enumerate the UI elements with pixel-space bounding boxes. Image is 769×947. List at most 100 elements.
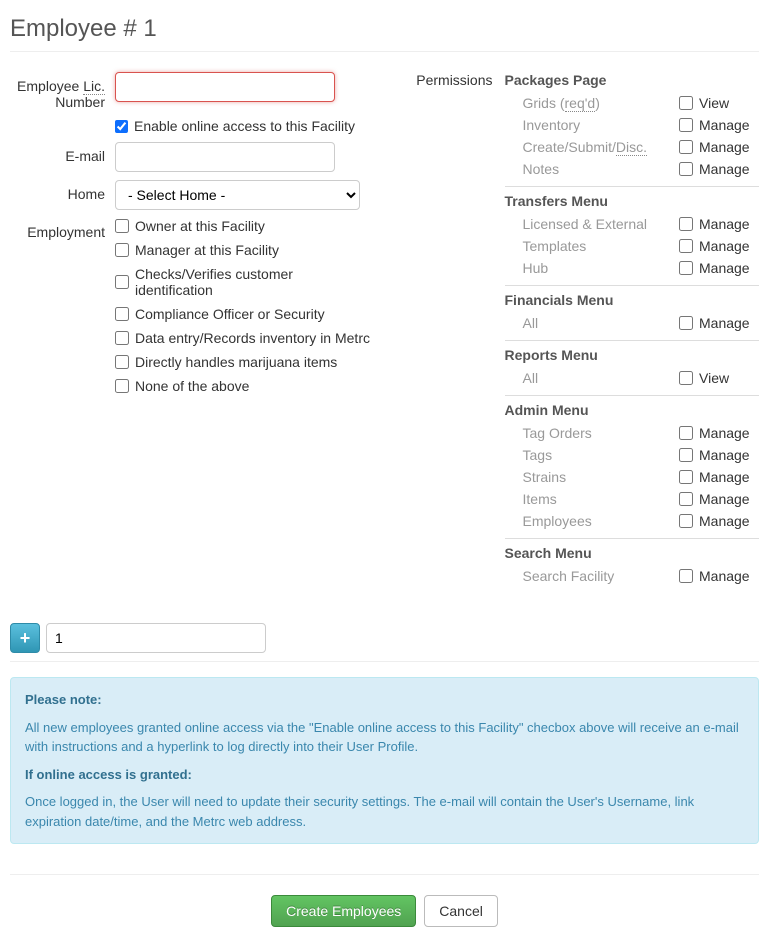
perm-row: Tag OrdersManage [505, 422, 760, 444]
perm-group: Financials MenuAllManage [505, 285, 760, 340]
perm-action: Manage [679, 447, 759, 463]
perm-checkbox[interactable] [679, 118, 693, 132]
perm-action-label: Manage [699, 568, 750, 584]
note-body-2: Once logged in, the User will need to up… [25, 792, 744, 831]
perm-group: Search MenuSearch FacilityManage [505, 538, 760, 593]
perm-row: All Manage [505, 312, 760, 334]
perm-row: HubManage [505, 257, 760, 279]
permissions-container: Packages PageGrids (req'd)ViewInventoryM… [505, 72, 760, 593]
perm-row: NotesManage [505, 158, 760, 180]
perm-group: Transfers MenuLicensed & ExternalManageT… [505, 186, 760, 285]
add-count-input[interactable] [46, 623, 266, 653]
perm-action: Manage [679, 139, 759, 155]
perm-checkbox[interactable] [679, 162, 693, 176]
employment-label: Employment [10, 218, 115, 240]
employment-label-compliance: Compliance Officer or Security [135, 306, 325, 322]
perm-group-title: Reports Menu [505, 347, 760, 363]
email-label: E-mail [10, 142, 115, 164]
perm-checkbox[interactable] [679, 470, 693, 484]
perm-action: Manage [679, 568, 759, 584]
perm-group-title: Packages Page [505, 72, 760, 88]
perm-action-label: Manage [699, 161, 750, 177]
perm-name: Employees [505, 513, 680, 529]
perm-row: TemplatesManage [505, 235, 760, 257]
perm-action-label: Manage [699, 469, 750, 485]
perm-row: EmployeesManage [505, 510, 760, 532]
perm-action-label: View [699, 370, 729, 386]
perm-checkbox[interactable] [679, 239, 693, 253]
perm-action: Manage [679, 513, 759, 529]
perm-checkbox[interactable] [679, 217, 693, 231]
perm-row: Grids (req'd)View [505, 92, 760, 114]
lic-abbr: Lic. [83, 78, 105, 95]
employment-checkbox-manager[interactable] [115, 243, 129, 257]
note-heading-2: If online access is granted: [25, 765, 744, 785]
lic-number-input[interactable] [115, 72, 335, 102]
perm-checkbox[interactable] [679, 316, 693, 330]
perm-action: Manage [679, 469, 759, 485]
permissions-label: Permissions [395, 72, 505, 88]
create-button[interactable]: Create Employees [271, 895, 416, 927]
employment-label-dataentry: Data entry/Records inventory in Metrc [135, 330, 370, 346]
lic-number-label-pre: Employee [17, 78, 83, 94]
perm-name: Create/Submit/Disc. [505, 139, 680, 155]
employment-checkbox-none[interactable] [115, 379, 129, 393]
perm-name: All [505, 370, 680, 386]
perm-row: Create/Submit/Disc. Manage [505, 136, 760, 158]
perm-checkbox[interactable] [679, 261, 693, 275]
enable-online-label: Enable online access to this Facility [134, 118, 355, 134]
employment-option-compliance: Compliance Officer or Security [115, 306, 375, 322]
lic-number-label: Employee Lic. Number [10, 72, 115, 110]
perm-checkbox[interactable] [679, 569, 693, 583]
perm-group: Packages PageGrids (req'd)ViewInventoryM… [505, 72, 760, 186]
employment-option-handles: Directly handles marijuana items [115, 354, 375, 370]
perm-checkbox[interactable] [679, 140, 693, 154]
employment-label-none: None of the above [135, 378, 249, 394]
perm-action-label: Manage [699, 491, 750, 507]
perm-checkbox[interactable] [679, 514, 693, 528]
perm-checkbox[interactable] [679, 426, 693, 440]
page-title: Employee # 1 [10, 15, 759, 52]
employment-checkbox-handles[interactable] [115, 355, 129, 369]
perm-action-label: Manage [699, 139, 750, 155]
perm-action-label: Manage [699, 315, 750, 331]
perm-action: Manage [679, 238, 759, 254]
employment-list: Owner at this Facility Manager at this Fa… [115, 218, 375, 402]
employment-checkbox-owner[interactable] [115, 219, 129, 233]
cancel-button[interactable]: Cancel [424, 895, 498, 927]
employment-label-checks: Checks/Verifies customer identification [135, 266, 375, 298]
perm-action: View [679, 95, 759, 111]
perm-row: Search FacilityManage [505, 565, 760, 587]
perm-action: Manage [679, 425, 759, 441]
employment-checkbox-dataentry[interactable] [115, 331, 129, 345]
email-input[interactable] [115, 142, 335, 172]
perm-name: Inventory [505, 117, 680, 133]
home-label: Home [10, 180, 115, 202]
perm-name: All [505, 315, 680, 331]
employment-option-manager: Manager at this Facility [115, 242, 375, 258]
perm-name: Templates [505, 238, 680, 254]
perm-checkbox[interactable] [679, 492, 693, 506]
note-box: Please note: All new employees granted o… [10, 677, 759, 844]
employment-checkbox-checks[interactable] [115, 275, 129, 289]
enable-online-checkbox[interactable] [115, 120, 128, 133]
lic-number-label-post: Number [55, 94, 105, 110]
perm-action-label: Manage [699, 216, 750, 232]
perm-name: Licensed & External [505, 216, 680, 232]
perm-name: Tag Orders [505, 425, 680, 441]
perm-action: Manage [679, 117, 759, 133]
employment-option-checks: Checks/Verifies customer identification [115, 266, 375, 298]
add-button[interactable]: + [10, 623, 40, 653]
employment-option-dataentry: Data entry/Records inventory in Metrc [115, 330, 375, 346]
employment-label-owner: Owner at this Facility [135, 218, 265, 234]
note-heading-1: Please note: [25, 690, 744, 710]
home-select[interactable]: - Select Home - [115, 180, 360, 210]
perm-checkbox[interactable] [679, 448, 693, 462]
perm-name: Grids (req'd) [505, 95, 680, 111]
perm-checkbox[interactable] [679, 371, 693, 385]
employment-checkbox-compliance[interactable] [115, 307, 129, 321]
perm-checkbox[interactable] [679, 96, 693, 110]
perm-name: Tags [505, 447, 680, 463]
plus-icon: + [20, 628, 31, 648]
perm-name: Strains [505, 469, 680, 485]
